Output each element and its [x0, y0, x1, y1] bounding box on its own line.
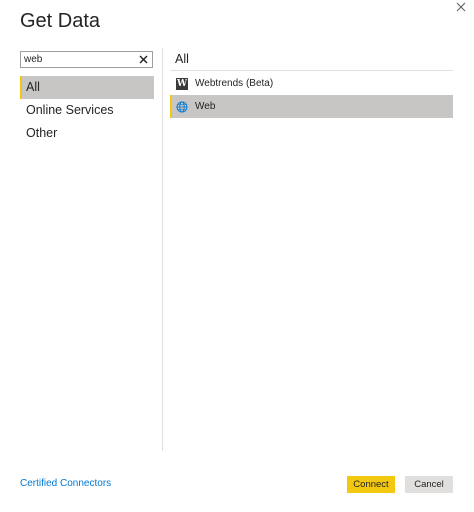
category-all[interactable]: All: [20, 76, 154, 99]
connector-webtrends[interactable]: W Webtrends (Beta): [170, 72, 453, 95]
clear-search-button[interactable]: [137, 53, 150, 66]
panel-divider: [162, 48, 163, 451]
connector-list: W Webtrends (Beta) Web: [170, 72, 453, 118]
category-list: All Online Services Other: [20, 76, 154, 145]
category-label: Other: [26, 126, 58, 140]
close-button[interactable]: [452, 0, 470, 18]
category-label: All: [26, 80, 40, 94]
clear-icon: [139, 55, 148, 64]
certified-connectors-link[interactable]: Certified Connectors: [20, 478, 111, 489]
panel-title: All: [175, 52, 189, 66]
connect-button[interactable]: Connect: [347, 476, 395, 493]
connector-label: Web: [195, 101, 216, 112]
close-icon: [456, 2, 466, 12]
category-other[interactable]: Other: [20, 122, 154, 145]
connector-label: Webtrends (Beta): [195, 78, 274, 89]
cancel-button[interactable]: Cancel: [405, 476, 453, 493]
connector-web[interactable]: Web: [170, 95, 453, 118]
category-online-services[interactable]: Online Services: [20, 99, 154, 122]
globe-icon: [176, 101, 188, 112]
dialog-title: Get Data: [20, 10, 101, 32]
category-label: Online Services: [26, 103, 114, 117]
get-data-dialog: Get Data All Online Services Other All: [0, 0, 474, 512]
webtrends-icon: W: [176, 77, 188, 90]
search-box: [20, 51, 153, 68]
panel-rule: [170, 70, 453, 71]
search-input[interactable]: [21, 52, 133, 67]
